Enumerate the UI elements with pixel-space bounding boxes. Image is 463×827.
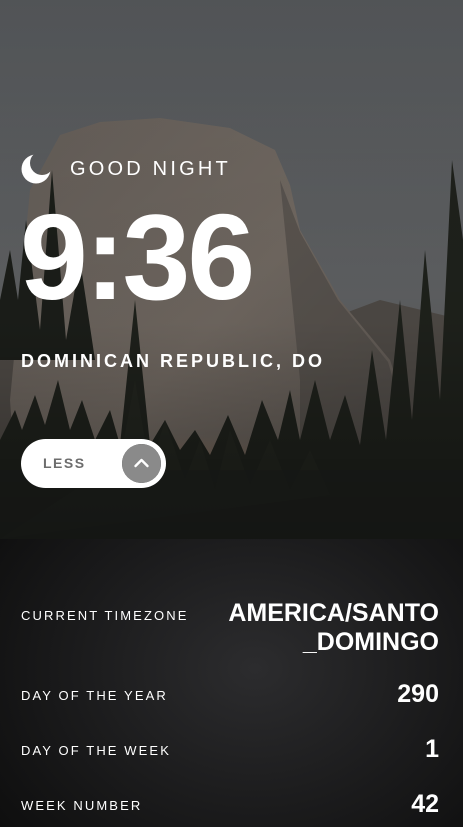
clock-app: GOOD NIGHT 9:36 DOMINICAN REPUBLIC, DO L… — [0, 0, 463, 827]
current-time: 9:36 — [20, 189, 255, 325]
timezone-label: CURRENT TIMEZONE — [21, 608, 189, 623]
week-number-row: WEEK NUMBER 42 — [21, 790, 439, 820]
greeting-text: GOOD NIGHT — [70, 158, 231, 180]
hero-section: GOOD NIGHT 9:36 DOMINICAN REPUBLIC, DO L… — [0, 0, 463, 539]
location-label: DOMINICAN REPUBLIC, DO — [21, 351, 325, 371]
toggle-arrow-circle — [122, 444, 161, 483]
details-panel: CURRENT TIMEZONE AMERICA/SANTO_DOMINGO D… — [0, 539, 463, 827]
day-of-year-value: 290 — [397, 680, 439, 708]
timezone-row: CURRENT TIMEZONE AMERICA/SANTO_DOMINGO — [21, 599, 439, 659]
day-of-week-label: DAY OF THE WEEK — [21, 743, 171, 758]
day-of-year-label: DAY OF THE YEAR — [21, 688, 168, 703]
greeting: GOOD NIGHT — [21, 153, 231, 185]
day-of-year-row: DAY OF THE YEAR 290 — [21, 680, 439, 710]
week-number-value: 42 — [411, 790, 439, 818]
timezone-value: AMERICA/SANTO_DOMINGO — [228, 599, 439, 656]
week-number-label: WEEK NUMBER — [21, 798, 143, 813]
day-of-week-row: DAY OF THE WEEK 1 — [21, 735, 439, 765]
day-of-week-value: 1 — [425, 735, 439, 763]
chevron-up-icon — [122, 444, 161, 483]
less-toggle-button[interactable]: LESS — [21, 439, 166, 488]
moon-icon — [21, 154, 51, 184]
toggle-label: LESS — [43, 455, 86, 471]
